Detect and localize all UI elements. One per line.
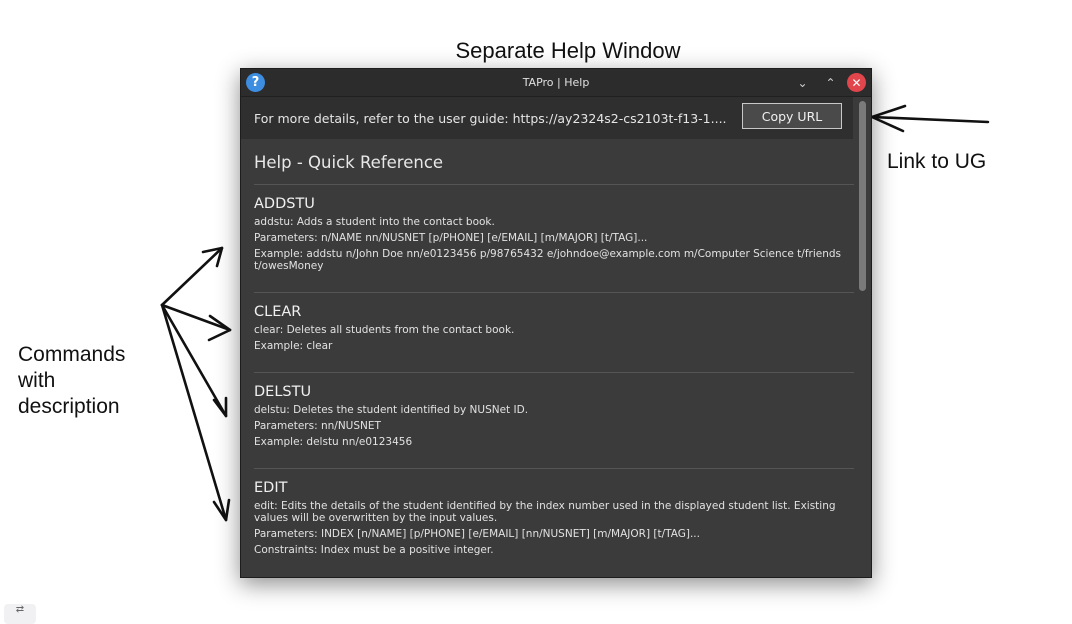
- scrollbar-thumb[interactable]: [859, 101, 866, 291]
- help-content: Help - Quick Reference ADDSTU addstu: Ad…: [254, 139, 854, 576]
- window-title: TAPro | Help: [522, 76, 590, 89]
- command-name: EDIT: [254, 480, 288, 496]
- arrow-to-edit: [160, 303, 231, 522]
- command-example: Example: delstu nn/e0123456: [254, 436, 413, 448]
- command-parameters: Parameters: n/NAME nn/NUSNET [p/PHONE] […: [254, 232, 648, 244]
- command-parameters: Parameters: INDEX [n/NAME] [p/PHONE] [e/…: [254, 528, 700, 540]
- command-delstu: DELSTU delstu: Deletes the student ident…: [254, 373, 848, 468]
- command-parameters: Parameters: nn/NUSNET: [254, 420, 381, 432]
- command-addstu: ADDSTU addstu: Adds a student into the c…: [254, 185, 848, 292]
- user-guide-bar: For more details, refer to the user guid…: [241, 97, 853, 139]
- command-description: clear: Deletes all students from the con…: [254, 324, 515, 336]
- help-title: Help - Quick Reference: [254, 153, 444, 172]
- command-example: Example: addstu n/John Doe nn/e0123456 p…: [254, 248, 842, 272]
- command-description: addstu: Adds a student into the contact …: [254, 216, 495, 228]
- help-window: ? TAPro | Help ⌄ ⌃ ✕ For more details, r…: [240, 68, 872, 578]
- minimize-icon[interactable]: ⌄: [793, 73, 812, 92]
- user-guide-url-text: For more details, refer to the user guid…: [254, 111, 727, 126]
- close-icon[interactable]: ✕: [847, 73, 866, 92]
- command-constraints: Constraints: Index must be a positive in…: [254, 544, 494, 556]
- maximize-icon[interactable]: ⌃: [821, 73, 840, 92]
- command-name: CLEAR: [254, 304, 302, 320]
- command-edit: EDIT edit: Edits the details of the stud…: [254, 469, 848, 576]
- annotation-link-label: Link to UG: [887, 150, 987, 173]
- command-name: DELSTU: [254, 384, 312, 400]
- command-description: edit: Edits the details of the student i…: [254, 500, 836, 524]
- arrow-to-addstu: [160, 246, 224, 307]
- annotation-window-heading: Separate Help Window: [455, 38, 681, 63]
- corner-widget-icon[interactable]: ⇄: [4, 604, 36, 624]
- copy-url-button[interactable]: Copy URL: [742, 103, 842, 129]
- command-clear: CLEAR clear: Deletes all students from t…: [254, 293, 848, 372]
- command-example: Example: clear: [254, 340, 333, 352]
- annotation-commands-label: Commands with description: [18, 343, 126, 418]
- arrow-to-delstu: [160, 303, 228, 418]
- window-titlebar[interactable]: ? TAPro | Help ⌄ ⌃ ✕: [241, 69, 871, 97]
- arrow-to-clear: [160, 303, 232, 342]
- arrow-to-url: [870, 104, 990, 133]
- command-name: ADDSTU: [254, 196, 315, 212]
- command-description: delstu: Deletes the student identified b…: [254, 404, 529, 416]
